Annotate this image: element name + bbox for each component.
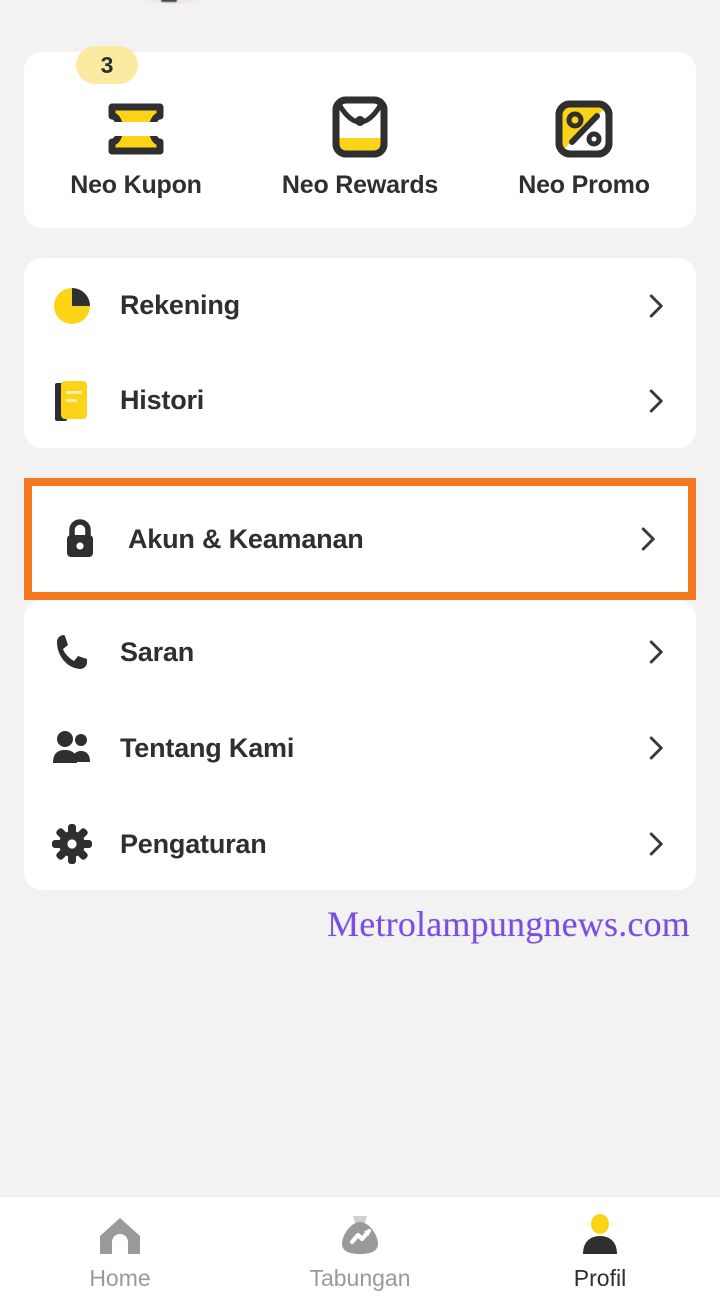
chevron-right-icon — [649, 389, 663, 412]
book-icon — [24, 379, 120, 423]
menu-item-label: Saran — [120, 636, 195, 667]
reward-pouch-icon — [317, 88, 403, 158]
chevron-right-icon — [641, 527, 655, 551]
nav-tab-label: Tabungan — [309, 1264, 411, 1291]
menu-card-accounts: Rekening Histori — [24, 258, 696, 448]
quick-action-neo-kupon[interactable]: 3 Neo Kupon — [24, 46, 248, 228]
nav-tab-tabungan[interactable]: Tabungan — [240, 1197, 480, 1301]
menu-item-label: Histori — [120, 385, 205, 415]
nav-tab-label: Profil — [573, 1264, 627, 1291]
quick-action-neo-promo[interactable]: Neo Promo — [472, 52, 696, 228]
highlight-border-akun-keamanan: Akun & Keamanan — [24, 478, 696, 600]
nav-tab-profil[interactable]: Profil — [480, 1197, 720, 1301]
people-icon — [24, 729, 120, 767]
menu-item-akun-keamanan[interactable]: Akun & Keamanan — [32, 486, 688, 592]
chevron-right-icon — [649, 832, 663, 856]
pie-chart-icon — [24, 285, 120, 327]
bottom-navigation-bar: Home Tabungan Profil — [0, 1196, 720, 1301]
money-bag-icon — [337, 1213, 383, 1259]
neo-kupon-badge: 3 — [76, 46, 138, 84]
watermark-text: Metrolampungnews.com — [327, 904, 690, 944]
menu-item-label: Akun & Keamanan — [128, 523, 364, 554]
chevron-right-icon — [649, 736, 663, 760]
quick-actions-card: 3 Neo Kupon Neo Rewards Neo Promo — [24, 46, 696, 228]
nav-tab-home[interactable]: Home — [0, 1197, 240, 1301]
menu-item-label: Tentang Kami — [120, 732, 295, 763]
menu-item-tentang-kami[interactable]: Tentang Kami — [24, 700, 696, 796]
quick-action-label: Neo Kupon — [70, 171, 202, 199]
percent-tag-icon — [541, 88, 627, 158]
menu-item-rekening[interactable]: Rekening — [24, 258, 696, 353]
quick-action-label: Neo Rewards — [281, 171, 439, 199]
quick-action-neo-rewards[interactable]: Neo Rewards — [248, 52, 472, 228]
profile-screen: 3 Neo Kupon Neo Rewards Neo Promo Rekeni… — [0, 0, 720, 1301]
chevron-right-icon — [649, 640, 663, 664]
menu-item-label: Pengaturan — [120, 828, 267, 859]
quick-action-label: Neo Promo — [518, 171, 650, 199]
nav-tab-label: Home — [89, 1264, 151, 1291]
menu-item-pengaturan[interactable]: Pengaturan — [24, 796, 696, 892]
chevron-right-icon — [649, 294, 663, 317]
phone-icon — [24, 632, 120, 672]
coupon-ticket-icon — [93, 88, 179, 158]
person-icon — [577, 1213, 623, 1259]
menu-item-label: Rekening — [120, 290, 240, 320]
lock-icon — [32, 517, 128, 561]
menu-item-histori[interactable]: Histori — [24, 353, 696, 448]
cut-off-card-sliver — [128, 0, 214, 4]
home-icon — [97, 1213, 143, 1259]
gear-icon — [24, 823, 120, 865]
menu-item-saran[interactable]: Saran — [24, 604, 696, 700]
menu-card-support: Saran Tentang Kami Pengaturan — [24, 600, 696, 890]
